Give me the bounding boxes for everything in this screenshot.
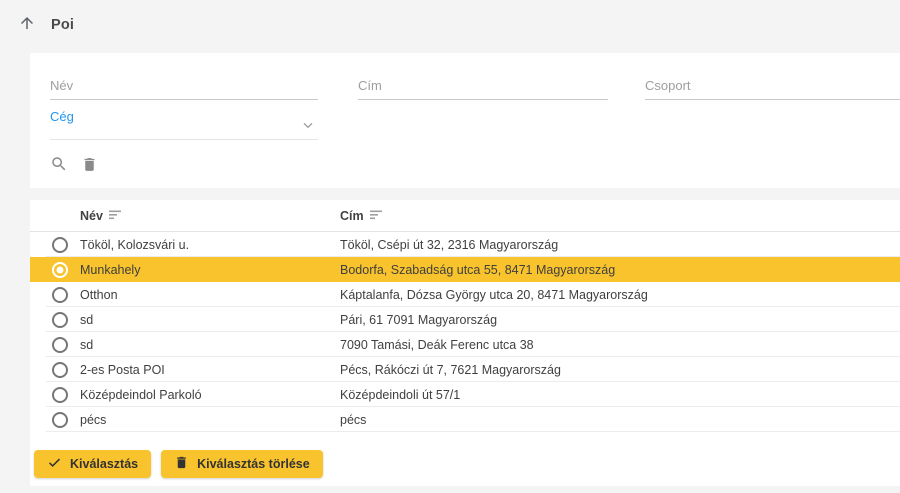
nev-filter-field (50, 75, 318, 100)
csoport-filter-input[interactable] (645, 75, 900, 100)
cell-nev: sd (80, 338, 93, 352)
sort-lines-icon (109, 209, 122, 223)
csoport-filter-field (645, 75, 900, 100)
chevron-down-icon (300, 117, 316, 138)
topbar: Poi (18, 14, 74, 35)
column-header-nev-label: Név (80, 209, 103, 223)
row-divider (46, 431, 900, 432)
table-row[interactable]: Munkahely Bodorfa, Szabadság utca 55, 84… (30, 257, 900, 282)
footer-buttons: Kiválasztás Kiválasztás törlése (34, 450, 323, 478)
arrow-up-icon (18, 14, 36, 35)
table-row[interactable]: sd 7090 Tamási, Deák Ferenc utca 38 (30, 332, 900, 357)
cell-cim: Középdeindoli út 57/1 (340, 388, 460, 402)
clear-selection-button-label: Kiválasztás törlése (197, 457, 310, 471)
row-radio[interactable] (52, 312, 68, 328)
table-row[interactable]: sd Pári, 61 7091 Magyarország (30, 307, 900, 332)
search-button[interactable] (50, 155, 68, 176)
row-radio[interactable] (52, 362, 68, 378)
nev-filter-input[interactable] (50, 75, 318, 100)
table-row[interactable]: Tököl, Kolozsvári u. Tököl, Csépi út 32,… (30, 232, 900, 257)
column-header-cim[interactable]: Cím (340, 200, 383, 232)
row-radio[interactable] (52, 337, 68, 353)
filter-panel: Cég (30, 53, 900, 188)
cell-nev: Tököl, Kolozsvári u. (80, 238, 189, 252)
cell-nev: sd (80, 313, 93, 327)
trash-icon (81, 156, 98, 176)
ceg-select-label: Cég (50, 109, 74, 124)
row-radio[interactable] (52, 387, 68, 403)
poi-page: Poi Cég (0, 0, 900, 493)
cim-filter-field (358, 75, 608, 100)
cell-cim: Bodorfa, Szabadság utca 55, 8471 Magyaro… (340, 263, 615, 277)
cell-cim: Pári, 61 7091 Magyarország (340, 313, 497, 327)
table-header: Név Cím (30, 200, 900, 232)
cell-cim: Tököl, Csépi út 32, 2316 Magyarország (340, 238, 558, 252)
table-rows: Tököl, Kolozsvári u. Tököl, Csépi út 32,… (30, 232, 900, 432)
trash-icon (174, 455, 189, 473)
page-title: Poi (51, 17, 74, 33)
row-radio[interactable] (52, 412, 68, 428)
cell-nev: Középdeindol Parkoló (80, 388, 202, 402)
table-row[interactable]: pécs pécs (30, 407, 900, 432)
table-row[interactable]: Otthon Káptalanfa, Dózsa György utca 20,… (30, 282, 900, 307)
row-radio[interactable] (52, 262, 68, 278)
select-button-label: Kiválasztás (70, 457, 138, 471)
check-icon (47, 455, 62, 473)
cell-cim: 7090 Tamási, Deák Ferenc utca 38 (340, 338, 534, 352)
row-radio[interactable] (52, 237, 68, 253)
filter-actions (50, 155, 98, 176)
cim-filter-input[interactable] (358, 75, 608, 100)
magnifier-icon (50, 155, 68, 176)
clear-selection-button[interactable]: Kiválasztás törlése (161, 450, 323, 478)
sort-lines-icon (370, 209, 383, 223)
select-button[interactable]: Kiválasztás (34, 450, 151, 478)
table-row[interactable]: 2-es Posta POI Pécs, Rákóczi út 7, 7621 … (30, 357, 900, 382)
cell-cim: Káptalanfa, Dózsa György utca 20, 8471 M… (340, 288, 648, 302)
cell-nev: Otthon (80, 288, 118, 302)
cell-nev: Munkahely (80, 263, 140, 277)
ceg-select[interactable]: Cég (50, 107, 318, 140)
table-row[interactable]: Középdeindol Parkoló Középdeindoli út 57… (30, 382, 900, 407)
row-radio[interactable] (52, 287, 68, 303)
back-button[interactable] (18, 14, 36, 35)
cell-cim: Pécs, Rákóczi út 7, 7621 Magyarország (340, 363, 561, 377)
clear-filters-button[interactable] (81, 156, 98, 176)
cell-cim: pécs (340, 413, 366, 427)
column-header-nev[interactable]: Név (80, 200, 122, 232)
cell-nev: 2-es Posta POI (80, 363, 165, 377)
poi-table-panel: Név Cím Tököl, Kolozsvári u. Tököl, Csép… (30, 200, 900, 486)
column-header-cim-label: Cím (340, 209, 364, 223)
cell-nev: pécs (80, 413, 106, 427)
